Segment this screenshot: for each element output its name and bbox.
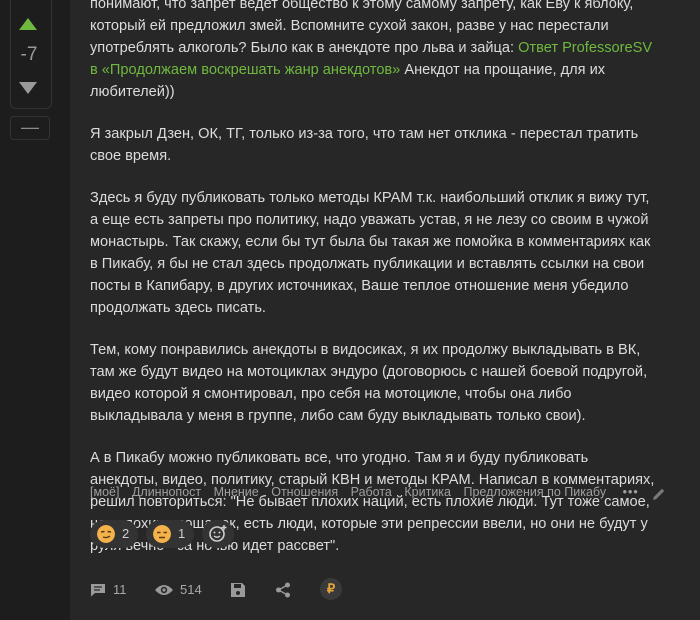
rating-sidebar: -7 — [0, 0, 58, 620]
share-button[interactable] [275, 580, 291, 600]
ruble-icon: ₽ [320, 578, 342, 600]
post-paragraph: Здесь я буду публиковать только методы К… [90, 190, 651, 316]
comments-count: 11 [113, 582, 127, 597]
share-icon [276, 582, 290, 598]
unamused-face-icon [153, 525, 171, 543]
eye-icon [155, 585, 173, 595]
upvote-arrow-icon[interactable] [19, 18, 37, 30]
smirk-face-icon [97, 525, 115, 543]
pencil-icon[interactable] [652, 487, 666, 501]
tag-longpost[interactable]: Длиннопост [132, 485, 201, 499]
tag-mine[interactable]: [моё] [90, 485, 119, 499]
views-count: 514 [180, 582, 202, 597]
add-emoji-icon [209, 525, 227, 542]
tag-criticism[interactable]: Критика [404, 485, 451, 499]
collapse-button[interactable]: — [10, 116, 50, 140]
rating-count: -7 [20, 44, 38, 65]
post-paragraph: Тем, кому понравились анекдоты в видосик… [90, 342, 648, 424]
views-counter: 514 [154, 580, 214, 600]
comments-button[interactable]: 11 [90, 580, 140, 600]
tag-work[interactable]: Работа [351, 485, 392, 499]
comment-icon [91, 584, 105, 597]
donate-button[interactable]: ₽ [320, 578, 342, 600]
save-button[interactable] [230, 580, 246, 600]
add-reaction-button[interactable] [202, 520, 234, 548]
post-paragraph: Я закрыл Дзен, ОК, ТГ, только из-за того… [90, 126, 639, 164]
tag-opinion[interactable]: Мнение [214, 485, 259, 499]
tag-suggestions[interactable]: Предложения по Пикабу [463, 485, 606, 499]
more-tags-icon[interactable]: ••• [623, 485, 639, 499]
post-card: понимают, что запрет ведет общество к эт… [70, 0, 700, 620]
floppy-disk-icon [231, 583, 245, 597]
post-paragraph: понимают, что запрет ведет общество к эт… [90, 0, 660, 103]
tag-list: [моё] Длиннопост Мнение Отношения Работа… [90, 485, 639, 499]
reaction-smirk[interactable]: 2 [90, 520, 138, 548]
reaction-count: 2 [122, 526, 130, 541]
reaction-count: 1 [178, 526, 186, 541]
downvote-arrow-icon[interactable] [19, 82, 37, 94]
tag-relations[interactable]: Отношения [271, 485, 338, 499]
reaction-unamused[interactable]: 1 [146, 520, 194, 548]
